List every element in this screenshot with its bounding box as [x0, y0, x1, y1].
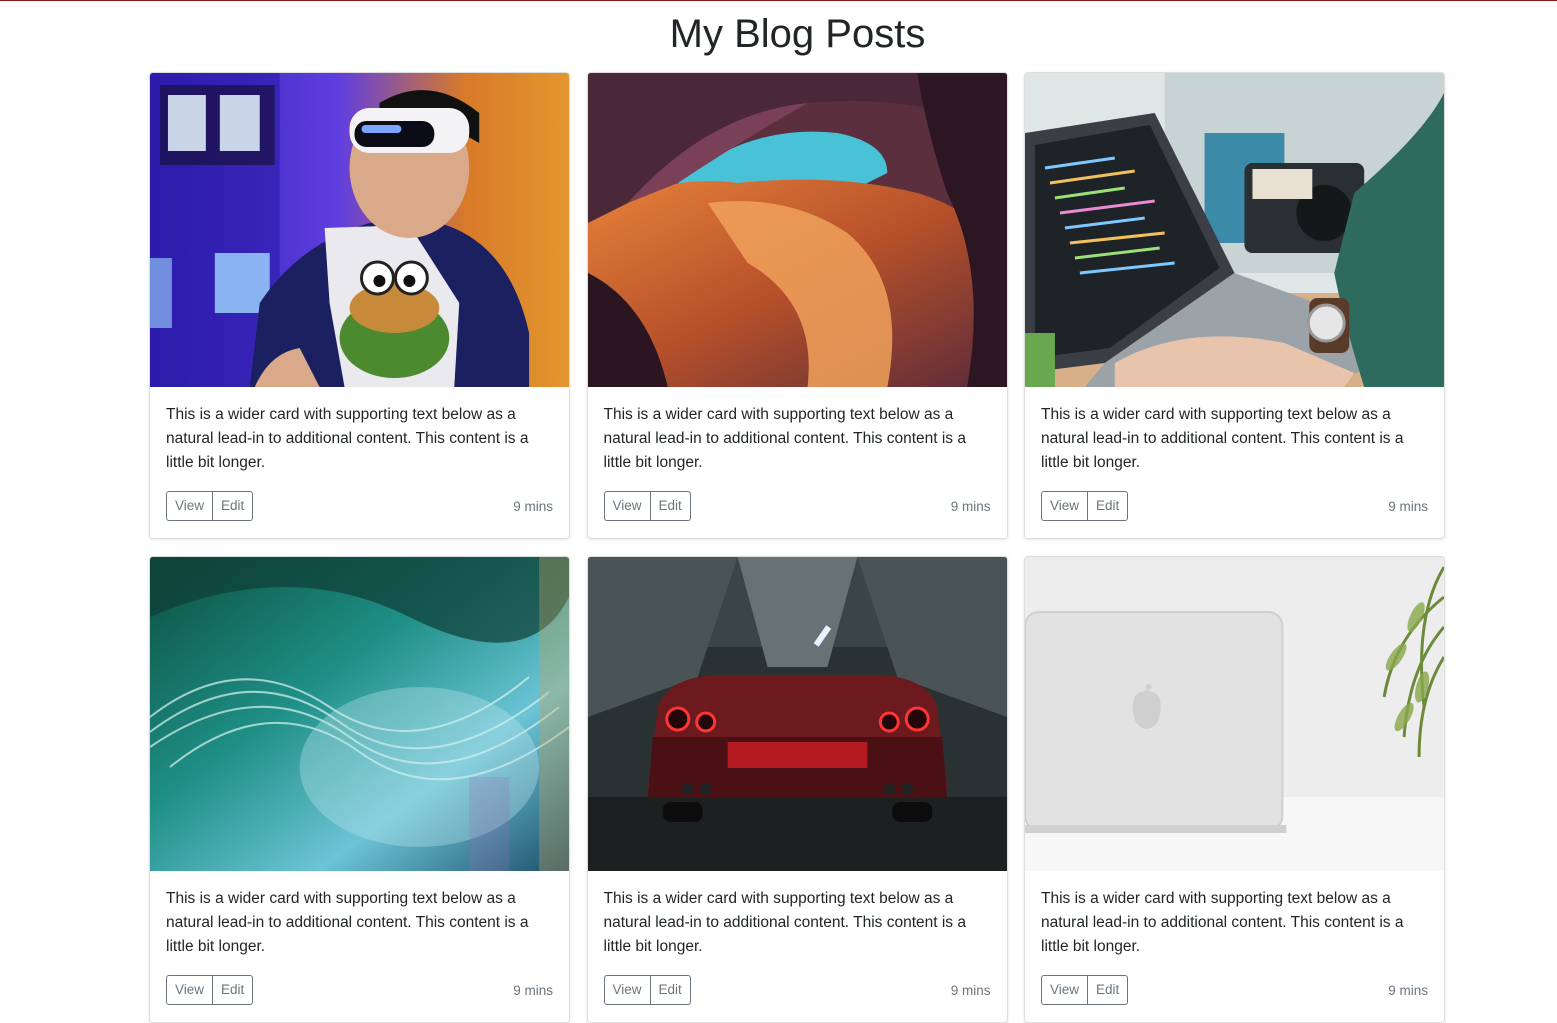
read-time: 9 mins	[950, 982, 991, 998]
card-text: This is a wider card with supporting tex…	[166, 406, 529, 471]
read-time: 9 mins	[950, 498, 991, 514]
blog-card: This is a wider card with supporting tex…	[586, 72, 1008, 539]
card-grid: This is a wider card with supporting tex…	[149, 72, 1445, 1023]
card-body: This is a wider card with supporting tex…	[1025, 387, 1444, 537]
card-footer: View Edit 9 mins	[166, 975, 553, 1005]
white-laptop-plant-photo	[1025, 557, 1444, 871]
button-group: View Edit	[1041, 491, 1129, 521]
edit-button[interactable]: Edit	[650, 975, 691, 1005]
card-footer: View Edit 9 mins	[1041, 491, 1428, 521]
view-button[interactable]: View	[1041, 975, 1089, 1005]
view-button[interactable]: View	[1041, 491, 1089, 521]
blog-card: This is a wider card with supporting tex…	[149, 556, 570, 1023]
button-group: View Edit	[166, 491, 254, 521]
read-time: 9 mins	[1388, 982, 1428, 998]
edit-button[interactable]: Edit	[650, 491, 691, 521]
card-body: This is a wider card with supporting tex…	[1025, 871, 1444, 1021]
laptop-code-desk-photo	[1025, 73, 1444, 387]
button-group: View Edit	[166, 975, 254, 1005]
button-group: View Edit	[603, 491, 691, 521]
abstract-teal-waves-photo	[150, 557, 569, 871]
view-button[interactable]: View	[603, 975, 651, 1005]
card-footer: View Edit 9 mins	[1041, 975, 1428, 1005]
card-text: This is a wider card with supporting tex…	[603, 890, 966, 955]
view-button[interactable]: View	[603, 491, 651, 521]
card-body: This is a wider card with supporting tex…	[150, 387, 569, 537]
edit-button[interactable]: Edit	[213, 491, 254, 521]
card-text: This is a wider card with supporting tex…	[603, 406, 966, 471]
edit-button[interactable]: Edit	[1088, 491, 1129, 521]
vr-headset-person-photo	[150, 73, 569, 387]
read-time: 9 mins	[513, 498, 553, 514]
button-group: View Edit	[1041, 975, 1129, 1005]
blog-card: This is a wider card with supporting tex…	[149, 72, 570, 539]
card-text: This is a wider card with supporting tex…	[1041, 890, 1404, 955]
card-body: This is a wider card with supporting tex…	[588, 387, 1007, 537]
read-time: 9 mins	[513, 982, 553, 998]
canyon-rock-arch-photo	[587, 73, 1007, 387]
blog-card: This is a wider card with supporting tex…	[1024, 556, 1445, 1023]
page-title: My Blog Posts	[669, 12, 926, 56]
card-footer: View Edit 9 mins	[603, 491, 991, 521]
card-text: This is a wider card with supporting tex…	[166, 890, 529, 955]
view-button[interactable]: View	[166, 491, 214, 521]
read-time: 9 mins	[1388, 498, 1428, 514]
blog-card: This is a wider card with supporting tex…	[586, 556, 1008, 1023]
card-footer: View Edit 9 mins	[603, 975, 991, 1005]
card-text: This is a wider card with supporting tex…	[1041, 406, 1404, 471]
card-body: This is a wider card with supporting tex…	[150, 871, 569, 1021]
top-border	[0, 0, 1557, 1]
edit-button[interactable]: Edit	[213, 975, 254, 1005]
view-button[interactable]: View	[166, 975, 214, 1005]
blog-card: This is a wider card with supporting tex…	[1024, 72, 1445, 539]
card-footer: View Edit 9 mins	[166, 491, 553, 521]
card-body: This is a wider card with supporting tex…	[588, 871, 1007, 1021]
edit-button[interactable]: Edit	[1088, 975, 1129, 1005]
red-car-garage-photo	[587, 557, 1007, 871]
button-group: View Edit	[603, 975, 691, 1005]
